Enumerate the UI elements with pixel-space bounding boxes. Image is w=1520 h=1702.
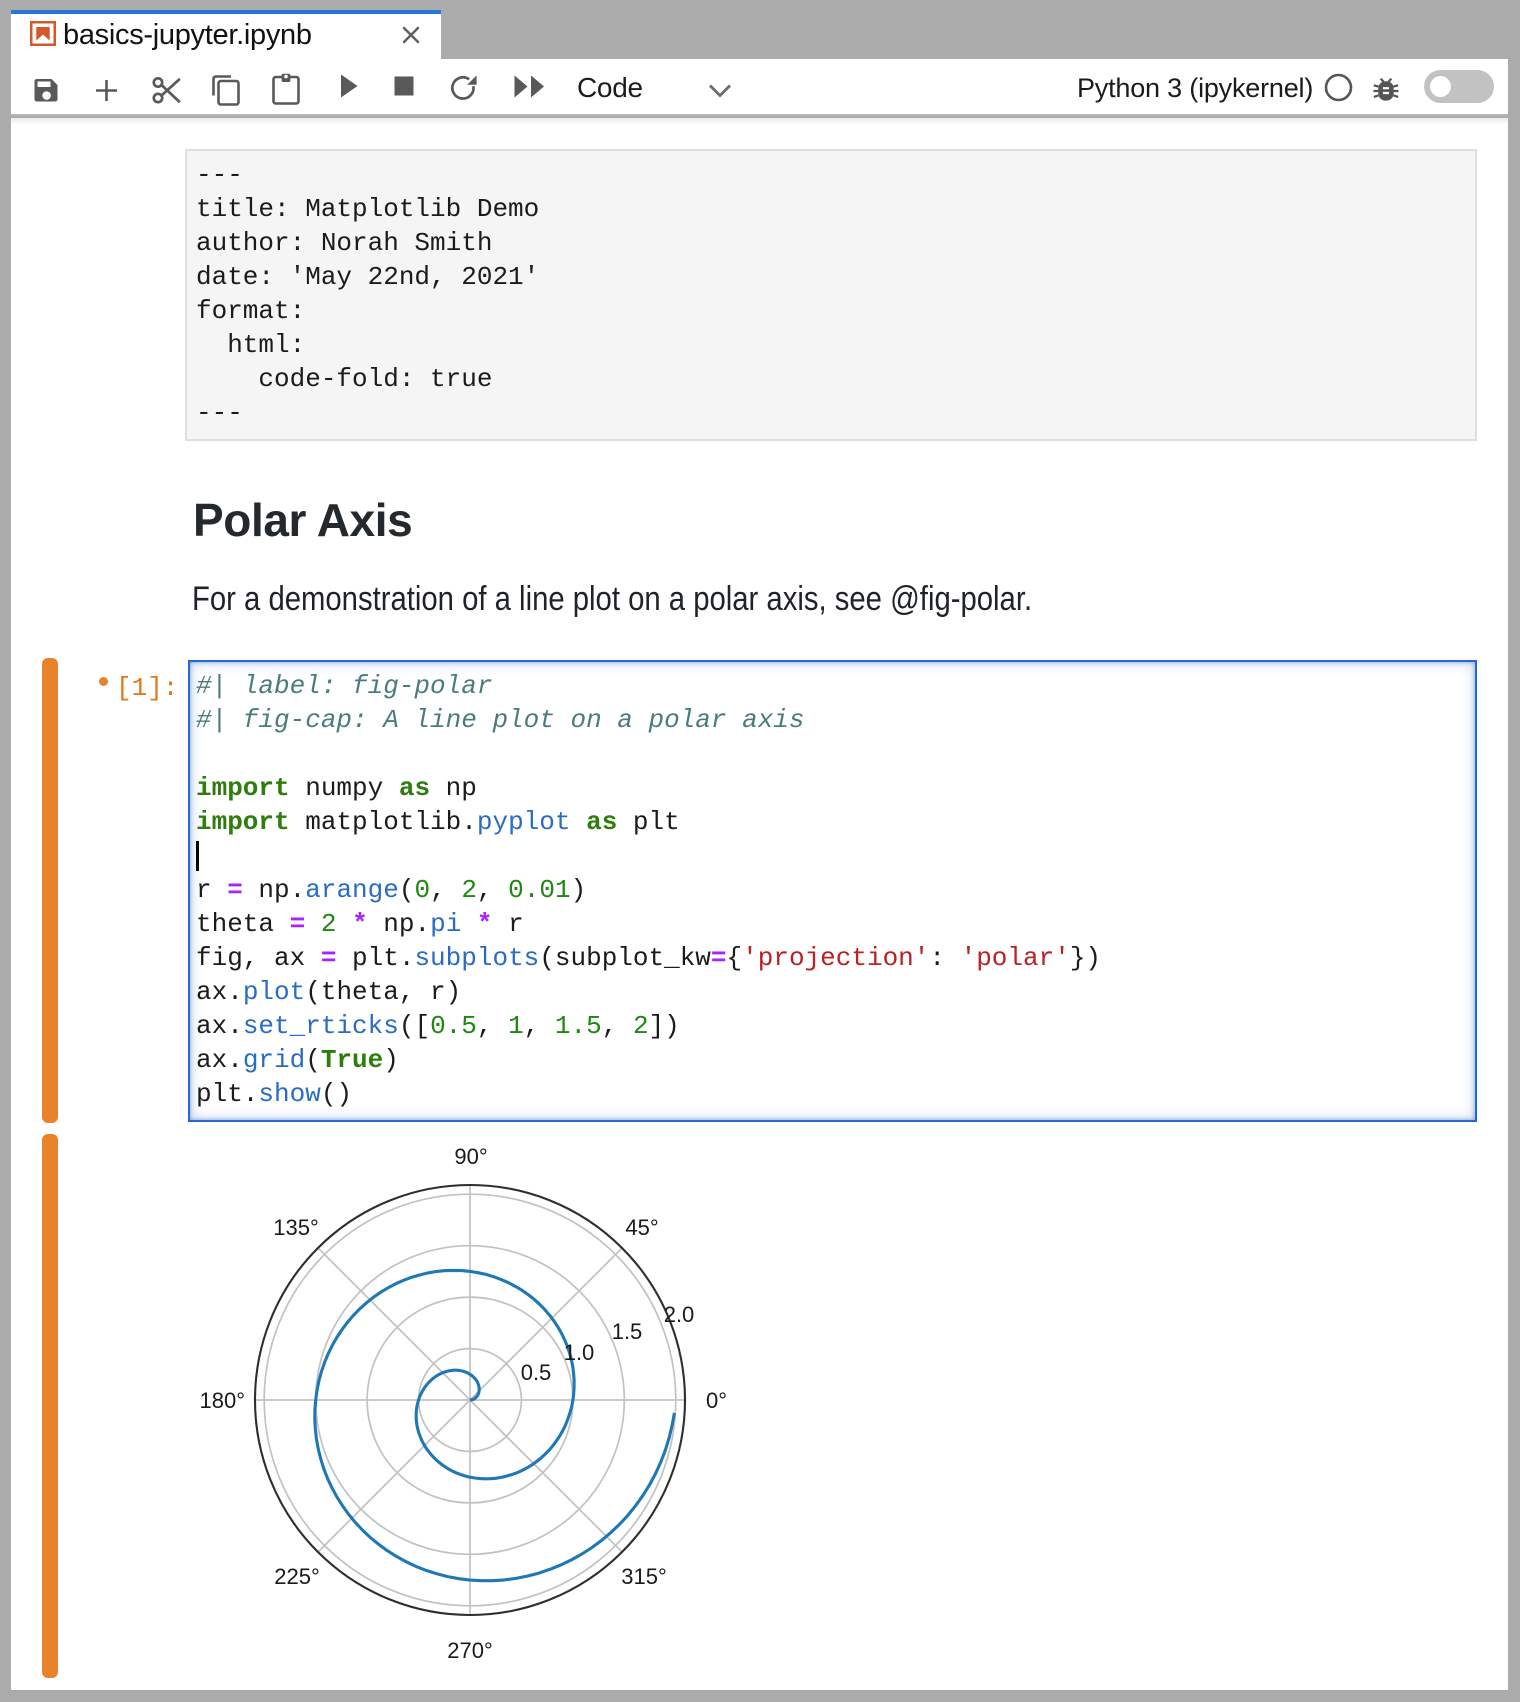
svg-text:2.0: 2.0 (664, 1302, 695, 1327)
svg-text:225°: 225° (274, 1564, 320, 1589)
svg-text:180°: 180° (199, 1388, 245, 1413)
svg-text:1.0: 1.0 (564, 1340, 595, 1365)
svg-text:45°: 45° (625, 1215, 658, 1240)
svg-text:270°: 270° (447, 1638, 493, 1663)
svg-text:90°: 90° (454, 1144, 487, 1169)
svg-text:135°: 135° (273, 1215, 319, 1240)
svg-text:0.5: 0.5 (521, 1360, 552, 1385)
svg-text:315°: 315° (621, 1564, 667, 1589)
svg-text:0°: 0° (706, 1388, 727, 1413)
svg-text:1.5: 1.5 (612, 1319, 643, 1344)
